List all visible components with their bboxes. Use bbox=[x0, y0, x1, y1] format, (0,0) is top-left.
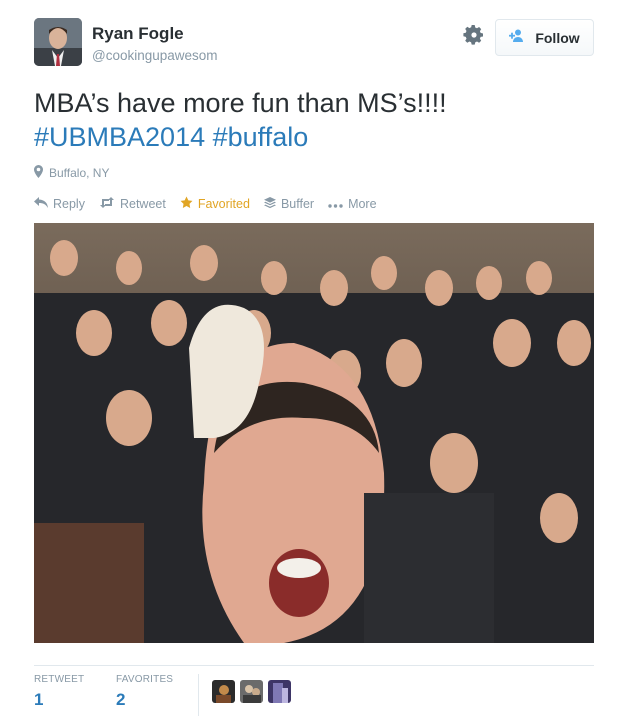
favorites-stat-value: 2 bbox=[116, 690, 126, 709]
reply-button[interactable]: Reply bbox=[34, 197, 85, 211]
favorite-button[interactable]: Favorited bbox=[180, 196, 250, 212]
retweet-button[interactable]: Retweet bbox=[99, 197, 166, 211]
more-label: More bbox=[348, 197, 377, 211]
avatar[interactable] bbox=[34, 18, 82, 66]
retweet-stat-value: 1 bbox=[34, 690, 44, 709]
avatar[interactable] bbox=[268, 680, 291, 703]
buffer-button[interactable]: Buffer bbox=[263, 196, 315, 212]
favorites-stat[interactable]: FAVORITES 2 bbox=[116, 674, 173, 710]
retweet-label: Retweet bbox=[119, 197, 166, 211]
hashtag-link[interactable]: #UBMBA2014 bbox=[34, 122, 205, 152]
more-dots-icon bbox=[328, 197, 343, 211]
user-handle[interactable]: @cookingupawesom bbox=[92, 48, 218, 63]
retweet-stat-label: RETWEET bbox=[34, 674, 85, 685]
tweet-text: MBA’s have more fun than MS’s!!!! #UBMBA… bbox=[34, 86, 604, 154]
location-label: Buffalo, NY bbox=[49, 166, 110, 180]
stats-divider bbox=[198, 674, 199, 716]
gear-icon[interactable] bbox=[462, 23, 486, 47]
tweet-actions: Reply Retweet Favorited Buffer More bbox=[34, 194, 377, 214]
favoriter-avatars bbox=[212, 680, 291, 703]
map-pin-icon bbox=[34, 165, 43, 181]
tweet-header: Ryan Fogle @cookingupawesom Follow bbox=[34, 18, 594, 68]
hashtag-link[interactable]: #buffalo bbox=[213, 122, 309, 152]
buffer-label: Buffer bbox=[280, 197, 315, 211]
buffer-icon bbox=[263, 196, 276, 212]
tweet-location[interactable]: Buffalo, NY bbox=[34, 165, 109, 181]
more-button[interactable]: More bbox=[328, 197, 377, 211]
avatar[interactable] bbox=[212, 680, 235, 703]
user-name[interactable]: Ryan Fogle bbox=[92, 24, 184, 44]
tweet-body: MBA’s have more fun than MS’s!!!! bbox=[34, 88, 447, 118]
favorited-label: Favorited bbox=[197, 197, 250, 211]
reply-label: Reply bbox=[53, 197, 85, 211]
tweet-stats: RETWEET 1 FAVORITES 2 bbox=[34, 665, 594, 717]
retweet-stat[interactable]: RETWEET 1 bbox=[34, 674, 84, 710]
follow-button[interactable]: Follow bbox=[495, 19, 594, 56]
favorites-stat-label: FAVORITES bbox=[116, 674, 174, 685]
tweet-photo[interactable] bbox=[34, 223, 594, 643]
reply-icon bbox=[34, 197, 48, 211]
retweet-icon bbox=[99, 197, 115, 211]
add-user-icon bbox=[509, 29, 529, 46]
avatar[interactable] bbox=[240, 680, 263, 703]
star-icon bbox=[180, 196, 193, 212]
follow-label: Follow bbox=[535, 29, 580, 46]
